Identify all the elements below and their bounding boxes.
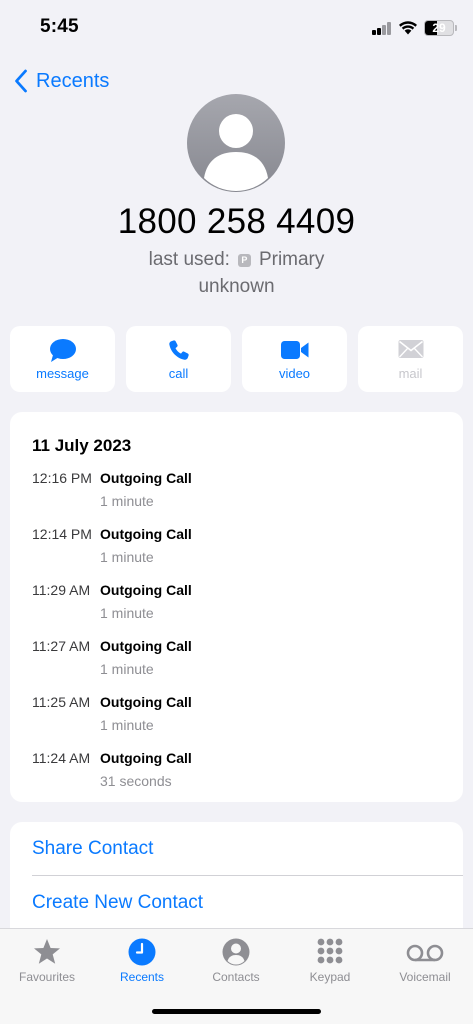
phone-icon <box>168 340 189 360</box>
cellular-signal-icon <box>372 22 392 35</box>
call-type: Outgoing Call <box>100 750 192 766</box>
star-icon <box>34 939 60 964</box>
contact-subtitle: unknown <box>198 276 275 297</box>
call-type: Outgoing Call <box>100 470 192 486</box>
call-history-date: 11 July 2023 <box>32 436 132 455</box>
contact-avatar <box>187 94 285 192</box>
wifi-icon <box>398 19 418 40</box>
call-time: 11:27 AM <box>32 638 91 654</box>
call-duration: 1 minute <box>100 661 154 677</box>
battery-cap <box>455 25 457 31</box>
last-used-line-name: Primary <box>258 249 325 270</box>
message-icon <box>49 339 76 362</box>
call-label: call <box>168 366 189 381</box>
call-type: Outgoing Call <box>100 582 192 598</box>
mail-icon <box>398 340 423 358</box>
call-duration: 31 seconds <box>100 773 172 789</box>
mail-label: mail <box>398 366 423 381</box>
tab-label: Contacts <box>212 970 260 984</box>
battery-icon: 29 <box>424 20 454 36</box>
primary-line-badge: P <box>237 253 251 267</box>
message-button[interactable]: message <box>10 326 115 392</box>
call-type: Outgoing Call <box>100 526 192 542</box>
call-row: 11:27 AM Outgoing Call 1 minute <box>32 638 452 688</box>
chevron-left-icon <box>15 69 27 93</box>
call-button[interactable]: call <box>126 326 231 392</box>
call-time: 11:24 AM <box>32 750 91 766</box>
status-bar: 5:45 29 <box>0 0 473 56</box>
status-time: 5:45 <box>40 16 79 37</box>
divider <box>32 875 463 876</box>
clock-icon <box>128 938 156 966</box>
call-row: 12:16 PM Outgoing Call 1 minute <box>32 470 452 520</box>
video-label: video <box>278 366 311 381</box>
message-label: message <box>36 366 89 381</box>
contact-number: 1800 258 4409 <box>117 202 356 241</box>
tab-favourites[interactable]: Favourites <box>0 929 94 993</box>
voicemail-icon <box>406 944 444 962</box>
call-time: 12:14 PM <box>32 526 92 542</box>
create-new-contact-link[interactable]: Create New Contact <box>32 892 203 914</box>
call-history-card: 11 July 2023 12:16 PM Outgoing Call 1 mi… <box>10 412 463 802</box>
keypad-icon <box>317 938 343 964</box>
call-type: Outgoing Call <box>100 638 192 654</box>
call-row: 11:24 AM Outgoing Call 31 seconds <box>32 750 452 800</box>
call-time: 11:29 AM <box>32 582 91 598</box>
tab-keypad[interactable]: Keypad <box>283 929 377 993</box>
call-row: 12:14 PM Outgoing Call 1 minute <box>32 526 452 576</box>
call-time: 11:25 AM <box>32 694 91 710</box>
call-duration: 1 minute <box>100 493 154 509</box>
back-button[interactable]: Recents <box>14 66 109 96</box>
mail-button[interactable]: mail <box>358 326 463 392</box>
tab-label: Voicemail <box>399 970 451 984</box>
call-duration: 1 minute <box>100 605 154 621</box>
contact-detail-screen: 5:45 29 Recents 1800 258 4409 last used:… <box>0 0 473 1024</box>
tab-label: Recents <box>119 970 165 984</box>
tab-voicemail[interactable]: Voicemail <box>378 929 472 993</box>
tab-label: Keypad <box>309 970 351 984</box>
call-type: Outgoing Call <box>100 694 192 710</box>
tab-recents[interactable]: Recents <box>95 929 189 993</box>
call-duration: 1 minute <box>100 717 154 733</box>
person-silhouette-icon <box>204 114 268 191</box>
call-row: 11:29 AM Outgoing Call 1 minute <box>32 582 452 632</box>
person-circle-icon <box>222 938 250 966</box>
home-indicator[interactable] <box>152 1009 321 1014</box>
call-row: 11:25 AM Outgoing Call 1 minute <box>32 694 452 744</box>
tab-label: Favourites <box>18 970 76 984</box>
share-contact-link[interactable]: Share Contact <box>32 838 153 860</box>
last-used-line: last used: P Primary <box>0 249 473 271</box>
video-button[interactable]: video <box>242 326 347 392</box>
back-label: Recents <box>36 69 110 92</box>
last-used-prefix: last used: <box>148 249 230 270</box>
action-buttons: message call video mail <box>10 326 463 392</box>
battery-level: 29 <box>432 21 446 35</box>
tab-contacts[interactable]: Contacts <box>189 929 283 993</box>
call-duration: 1 minute <box>100 549 154 565</box>
call-time: 12:16 PM <box>32 470 92 486</box>
video-icon <box>280 341 308 359</box>
